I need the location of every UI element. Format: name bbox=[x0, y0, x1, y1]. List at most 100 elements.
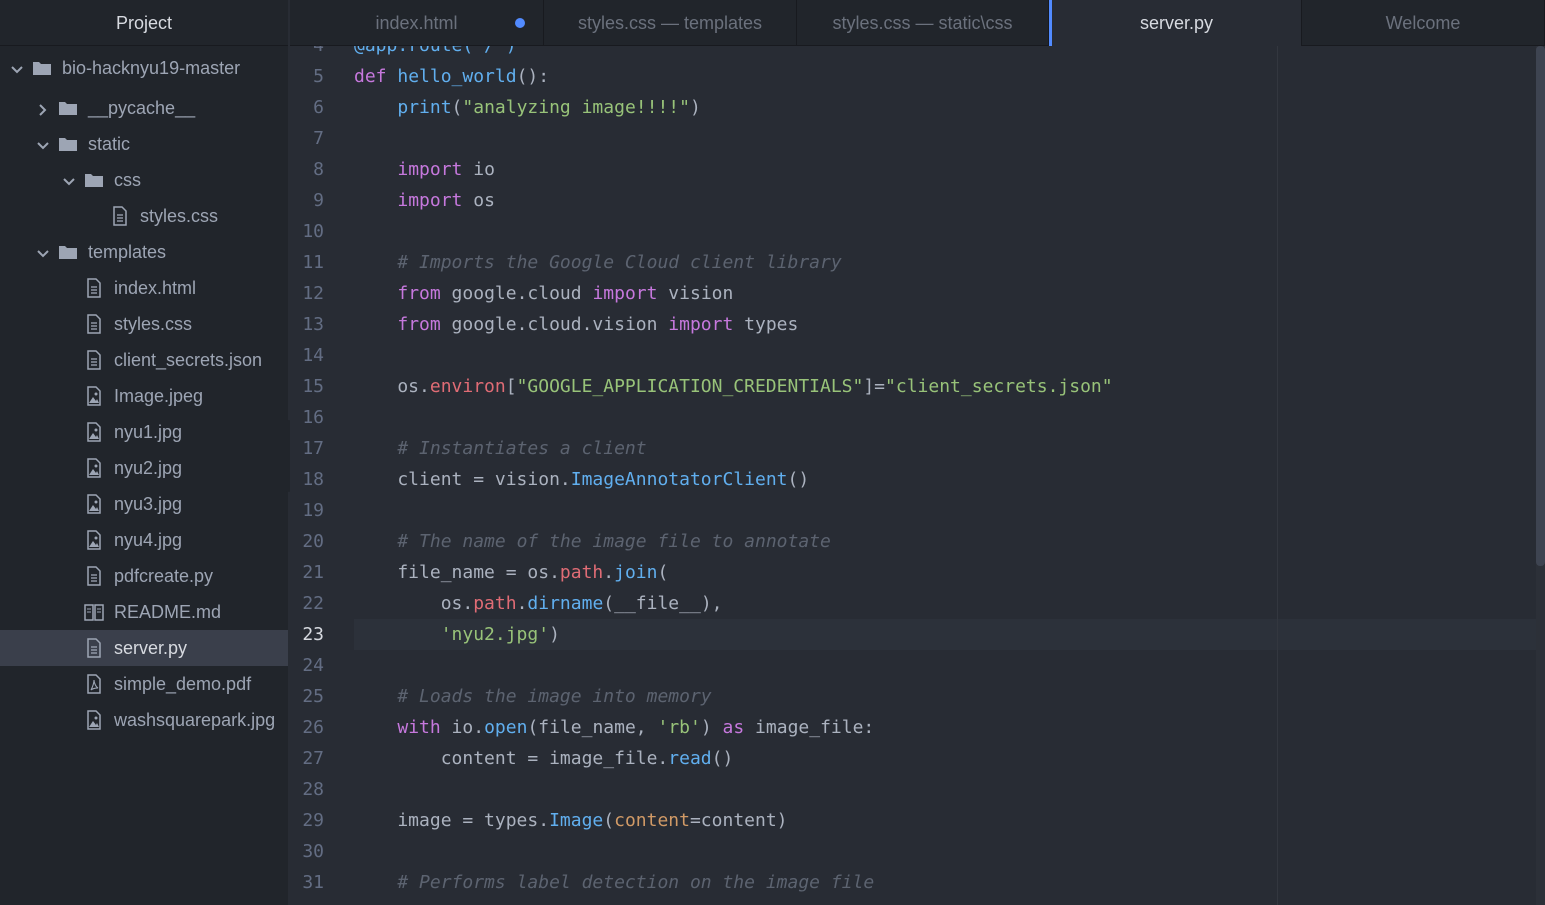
line-text: from google.cloud.vision import types bbox=[397, 314, 799, 335]
code-line[interactable]: 5 def hello_world(): bbox=[290, 61, 1545, 92]
tree-file[interactable]: styles.css bbox=[0, 198, 288, 234]
tab-label: styles.css — static\css bbox=[832, 13, 1013, 33]
tree-file[interactable]: simple_demo.pdf bbox=[0, 666, 288, 702]
file-image-icon bbox=[84, 494, 104, 514]
tree-folder[interactable]: __pycache__ bbox=[0, 90, 288, 126]
code-line[interactable]: 15 os.environ["GOOGLE_APPLICATION_CREDEN… bbox=[290, 371, 1545, 402]
code-line[interactable]: 31 # Performs label detection on the ima… bbox=[290, 867, 1545, 898]
code-line[interactable]: 22 os.path.dirname(__file__), bbox=[290, 588, 1545, 619]
line-text: def hello_world(): bbox=[354, 66, 550, 87]
line-number: 9 bbox=[313, 190, 324, 211]
line-number: 25 bbox=[302, 686, 324, 707]
chevron-down-icon[interactable] bbox=[62, 162, 78, 198]
line-number: 24 bbox=[302, 655, 324, 676]
code-line[interactable]: 28 bbox=[290, 774, 1545, 805]
code-line[interactable]: 12 from google.cloud import vision bbox=[290, 278, 1545, 309]
tree-file[interactable]: washsquarepark.jpg bbox=[0, 702, 288, 738]
tree-folder[interactable]: templates bbox=[0, 234, 288, 270]
line-text: client = vision.ImageAnnotatorClient() bbox=[354, 469, 810, 490]
line-number: 23 bbox=[302, 624, 324, 645]
chevron-down-icon[interactable] bbox=[36, 234, 52, 270]
editor-scrollbar[interactable] bbox=[1536, 46, 1545, 905]
code-line[interactable]: 8 import io bbox=[290, 154, 1545, 185]
code-line[interactable]: 13 from google.cloud.vision import types bbox=[290, 309, 1545, 340]
line-text: with io.open(file_name, 'rb') as image_f… bbox=[397, 717, 875, 738]
tree-file[interactable]: styles.css bbox=[0, 306, 288, 342]
code-line[interactable]: 7 bbox=[290, 123, 1545, 154]
line-text: print("analyzing image!!!!") bbox=[397, 97, 701, 118]
code-line[interactable]: 18 client = vision.ImageAnnotatorClient(… bbox=[290, 464, 1545, 495]
tab-styles-css-templates[interactable]: styles.css — templates bbox=[544, 0, 797, 46]
tree-item-label: styles.css bbox=[140, 206, 219, 226]
file-image-icon bbox=[84, 530, 104, 550]
chevron-down-icon[interactable] bbox=[10, 50, 26, 86]
tree-item-label: __pycache__ bbox=[88, 98, 196, 118]
folder-icon bbox=[84, 170, 104, 190]
line-text: # The name of the image file to annotate bbox=[397, 531, 831, 552]
file-text-icon bbox=[110, 206, 130, 226]
scrollbar-thumb[interactable] bbox=[1536, 46, 1545, 566]
file-text-icon bbox=[84, 314, 104, 334]
code-line[interactable]: 21 file_name = os.path.join( bbox=[290, 557, 1545, 588]
tree-file[interactable]: server.py bbox=[0, 630, 288, 666]
code-line[interactable]: 30 bbox=[290, 836, 1545, 867]
file-pdf-icon bbox=[84, 674, 104, 694]
line-number: 6 bbox=[313, 97, 324, 118]
code-line[interactable]: 19 bbox=[290, 495, 1545, 526]
tab-label: index.html bbox=[375, 13, 458, 33]
tree-folder[interactable]: bio-hacknyu19-master bbox=[0, 50, 288, 88]
code-line[interactable]: 24 bbox=[290, 650, 1545, 681]
code-line[interactable]: 25 # Loads the image into memory bbox=[290, 681, 1545, 712]
code-line[interactable]: 6 print("analyzing image!!!!") bbox=[290, 92, 1545, 123]
line-number: 18 bbox=[302, 469, 324, 490]
tree-file[interactable]: nyu2.jpg bbox=[0, 450, 288, 486]
tree-file[interactable]: Image.jpeg bbox=[0, 378, 288, 414]
code-line[interactable]: 20 # The name of the image file to annot… bbox=[290, 526, 1545, 557]
line-number: 8 bbox=[313, 159, 324, 180]
code-line[interactable]: 29 image = types.Image(content=content) bbox=[290, 805, 1545, 836]
tab-server-py[interactable]: server.py bbox=[1049, 0, 1302, 46]
tree-file[interactable]: nyu3.jpg bbox=[0, 486, 288, 522]
code-line[interactable]: 10 bbox=[290, 216, 1545, 247]
code-line[interactable]: 14 bbox=[290, 340, 1545, 371]
tree-file[interactable]: pdfcreate.py bbox=[0, 558, 288, 594]
line-text: os.path.dirname(__file__), bbox=[354, 593, 723, 614]
tree-file[interactable]: index.html bbox=[0, 270, 288, 306]
code-editor[interactable]: 4 @app.route('/') 5 def hello_world(): 6 pri… bbox=[290, 46, 1545, 905]
line-number: 7 bbox=[313, 128, 324, 149]
tree-item-label: nyu3.jpg bbox=[114, 494, 183, 514]
project-sidebar: Project bio-hacknyu19-master __pycache__ s… bbox=[0, 0, 288, 905]
tab-styles-css-static-css[interactable]: styles.css — static\css bbox=[797, 0, 1049, 46]
tree-file[interactable]: nyu1.jpg bbox=[0, 414, 288, 450]
tree-folder[interactable]: css bbox=[0, 162, 288, 198]
code-line[interactable]: 4 @app.route('/') bbox=[290, 46, 1545, 61]
code-line[interactable]: 11 # Imports the Google Cloud client lib… bbox=[290, 247, 1545, 278]
line-text: import os bbox=[397, 190, 495, 211]
tree-folder[interactable]: static bbox=[0, 126, 288, 162]
code-line[interactable]: 16 bbox=[290, 402, 1545, 433]
tab-index-html[interactable]: index.html bbox=[290, 0, 544, 46]
tree-file[interactable]: client_secrets.json bbox=[0, 342, 288, 378]
code-line[interactable]: 26 with io.open(file_name, 'rb') as imag… bbox=[290, 712, 1545, 743]
line-number: 12 bbox=[302, 283, 324, 304]
tree-item-label: washsquarepark.jpg bbox=[114, 710, 276, 730]
chevron-down-icon[interactable] bbox=[36, 126, 52, 162]
tree-file[interactable]: nyu4.jpg bbox=[0, 522, 288, 558]
tab-welcome[interactable]: Welcome bbox=[1302, 0, 1545, 46]
line-number: 5 bbox=[313, 66, 324, 87]
tab-label: server.py bbox=[1139, 13, 1214, 33]
modified-dot-icon[interactable] bbox=[515, 18, 525, 28]
code-line[interactable]: 27 content = image_file.read() bbox=[290, 743, 1545, 774]
code-line[interactable]: 17 # Instantiates a client bbox=[290, 433, 1545, 464]
chevron-right-icon[interactable] bbox=[36, 90, 52, 126]
line-number: 21 bbox=[302, 562, 324, 583]
file-text-icon bbox=[84, 638, 104, 658]
line-number: 26 bbox=[302, 717, 324, 738]
line-number: 28 bbox=[302, 779, 324, 800]
line-number: 19 bbox=[302, 500, 324, 521]
code-line[interactable]: 9 import os bbox=[290, 185, 1545, 216]
line-text: # Instantiates a client bbox=[397, 438, 647, 459]
tree-file[interactable]: README.md bbox=[0, 594, 288, 630]
line-text: @app.route('/') bbox=[354, 46, 517, 61]
code-line[interactable]: 23 'nyu2.jpg') bbox=[290, 619, 1545, 650]
